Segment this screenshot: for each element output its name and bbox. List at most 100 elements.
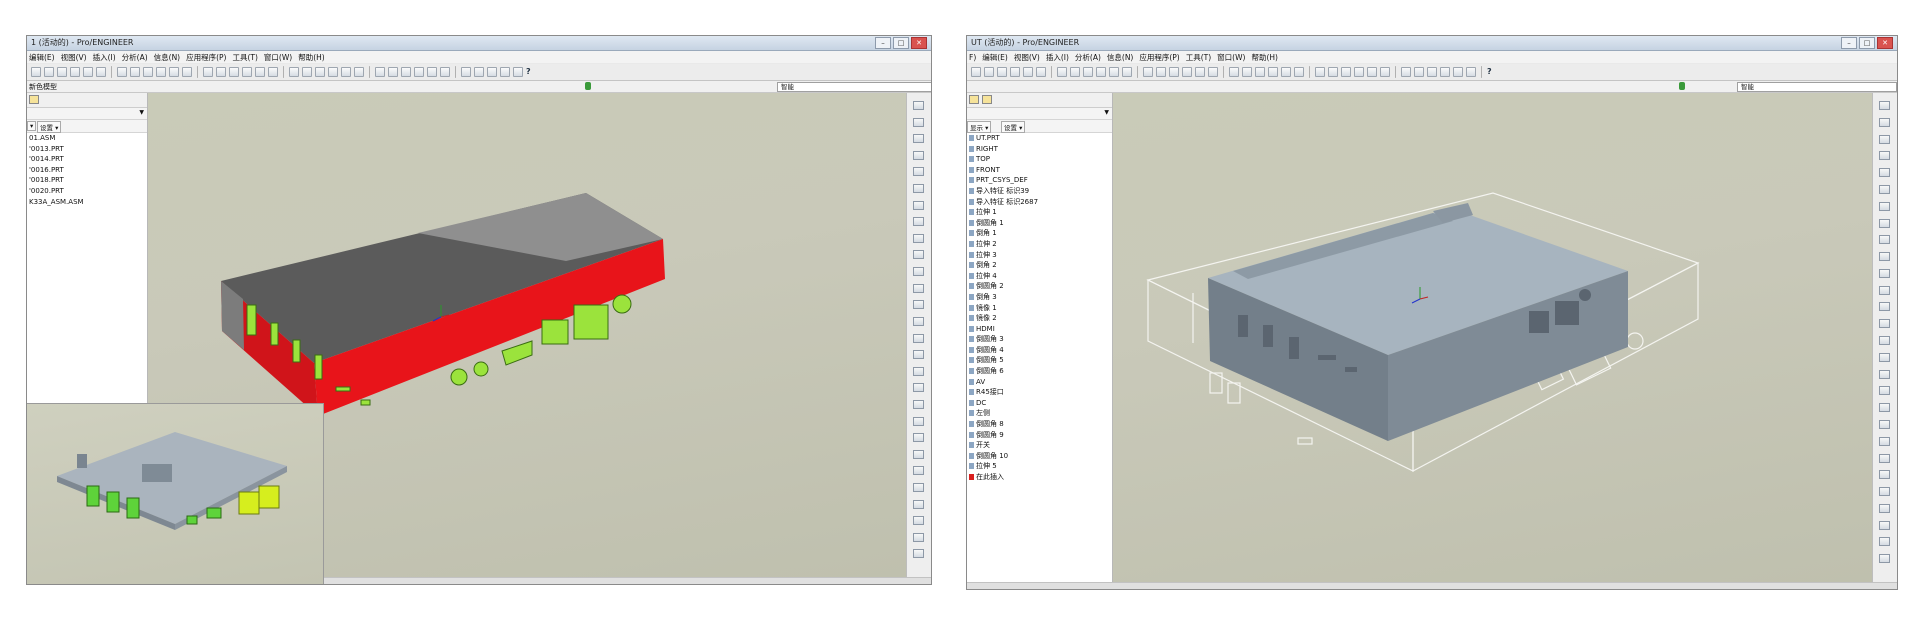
toolbar-button-icon[interactable] <box>461 67 471 77</box>
close-icon[interactable]: ✕ <box>911 37 927 49</box>
toolbar-button-icon[interactable] <box>203 67 213 77</box>
tree-item[interactable]: 倒圆角 5 <box>967 355 1112 366</box>
sketch-tool-icon[interactable] <box>1879 101 1890 110</box>
minimize-icon[interactable]: – <box>1841 37 1857 49</box>
context-help-icon[interactable]: ? <box>1487 67 1497 77</box>
sketch-tool-icon[interactable] <box>913 101 924 110</box>
sketch-tool-icon[interactable] <box>1879 503 1890 513</box>
tree-item[interactable]: 倒圆角 9 <box>967 430 1112 441</box>
sketch-tool-icon[interactable] <box>1879 487 1890 497</box>
tree-item[interactable]: 倒圆角 6 <box>967 366 1112 377</box>
sketch-tool-icon[interactable] <box>1879 453 1890 463</box>
toolbar-button-icon[interactable] <box>1242 67 1252 77</box>
toolbar-button-icon[interactable] <box>96 67 106 77</box>
toolbar-button-icon[interactable] <box>1057 67 1067 77</box>
menu-analysis[interactable]: 分析(A) <box>1075 52 1101 63</box>
sketch-tool-icon[interactable] <box>913 134 924 144</box>
menu-tools[interactable]: 工具(T) <box>232 52 257 63</box>
toolbar-button-icon[interactable] <box>984 67 994 77</box>
toolbar-button-icon[interactable] <box>1122 67 1132 77</box>
sketch-tool-icon[interactable] <box>1879 252 1890 262</box>
left-show-dropdown[interactable]: ▾ <box>27 121 37 131</box>
tree-item[interactable]: 拉伸 2 <box>967 239 1112 250</box>
toolbar-button-icon[interactable] <box>1268 67 1278 77</box>
toolbar-button-icon[interactable] <box>1440 67 1450 77</box>
toolbar-button-icon[interactable] <box>169 67 179 77</box>
toolbar-button-icon[interactable] <box>997 67 1007 77</box>
chevron-down-icon[interactable]: ▼ <box>1104 109 1109 116</box>
sketch-tool-icon[interactable] <box>913 300 924 310</box>
toolbar-button-icon[interactable] <box>1208 67 1218 77</box>
sketch-tool-icon[interactable] <box>1879 520 1890 530</box>
tree-item[interactable]: 镜像 2 <box>967 313 1112 324</box>
right-smart-filter-select[interactable]: 智能 <box>1737 82 1897 92</box>
sketch-tool-icon[interactable] <box>913 283 924 293</box>
sketch-tool-icon[interactable] <box>1879 302 1890 312</box>
tree-item[interactable]: '0020.PRT <box>27 186 147 197</box>
sketch-tool-icon[interactable] <box>913 399 924 409</box>
toolbar-button-icon[interactable] <box>1453 67 1463 77</box>
sketch-tool-icon[interactable] <box>1879 134 1890 144</box>
tree-item[interactable]: 倒圆角 10 <box>967 451 1112 462</box>
sketch-tool-icon[interactable] <box>1879 554 1890 564</box>
tree-item[interactable]: '0018.PRT <box>27 175 147 186</box>
menu-view[interactable]: 视图(V) <box>61 52 87 63</box>
sketch-tool-icon[interactable] <box>913 184 924 194</box>
tree-item[interactable]: AV <box>967 377 1112 388</box>
tree-item[interactable]: 倒圆角 3 <box>967 334 1112 345</box>
sketch-tool-icon[interactable] <box>1879 184 1890 194</box>
left-settings-dropdown[interactable]: 设置 ▾ <box>37 121 62 133</box>
menu-analysis[interactable]: 分析(A) <box>122 52 148 63</box>
toolbar-button-icon[interactable] <box>255 67 265 77</box>
menu-help[interactable]: 帮助(H) <box>298 52 325 63</box>
toolbar-button-icon[interactable] <box>1169 67 1179 77</box>
toolbar-button-icon[interactable] <box>1255 67 1265 77</box>
toolbar-button-icon[interactable] <box>31 67 41 77</box>
toolbar-button-icon[interactable] <box>182 67 192 77</box>
menu-window[interactable]: 窗口(W) <box>1217 52 1245 63</box>
menu-window[interactable]: 窗口(W) <box>264 52 292 63</box>
sketch-tool-icon[interactable] <box>1879 151 1890 161</box>
menu-insert[interactable]: 插入(I) <box>1046 52 1069 63</box>
sketch-tool-icon[interactable] <box>1879 201 1890 211</box>
menu-info[interactable]: 信息(N) <box>1107 52 1133 63</box>
toolbar-button-icon[interactable] <box>401 67 411 77</box>
toolbar-button-icon[interactable] <box>1096 67 1106 77</box>
toolbar-button-icon[interactable] <box>1010 67 1020 77</box>
sketch-tool-icon[interactable] <box>1879 470 1890 480</box>
toolbar-button-icon[interactable] <box>83 67 93 77</box>
sketch-tool-icon[interactable] <box>913 150 924 160</box>
toolbar-button-icon[interactable] <box>1401 67 1411 77</box>
folder-icon[interactable] <box>969 95 979 104</box>
sketch-tool-icon[interactable] <box>913 233 924 243</box>
sketch-tool-icon[interactable] <box>1879 436 1890 446</box>
menu-help[interactable]: 帮助(H) <box>1251 52 1278 63</box>
toolbar-button-icon[interactable] <box>440 67 450 77</box>
toolbar-button-icon[interactable] <box>57 67 67 77</box>
menu-view[interactable]: 视图(V) <box>1014 52 1040 63</box>
tree-item[interactable]: UT.PRT <box>967 133 1112 144</box>
toolbar-button-icon[interactable] <box>1315 67 1325 77</box>
sketch-tool-icon[interactable] <box>1879 319 1890 329</box>
chevron-down-icon[interactable]: ▼ <box>139 109 144 116</box>
sketch-tool-icon[interactable] <box>913 267 924 277</box>
folder-icon[interactable] <box>982 95 992 104</box>
toolbar-button-icon[interactable] <box>341 67 351 77</box>
toolbar-button-icon[interactable] <box>1354 67 1364 77</box>
toolbar-button-icon[interactable] <box>216 67 226 77</box>
sketch-tool-icon[interactable] <box>913 117 924 127</box>
sketch-tool-icon[interactable] <box>1879 369 1890 379</box>
toolbar-button-icon[interactable] <box>474 67 484 77</box>
toolbar-button-icon[interactable] <box>1070 67 1080 77</box>
tree-item[interactable]: RIGHT <box>967 144 1112 155</box>
tree-item[interactable]: 倒角 2 <box>967 260 1112 271</box>
right-settings-dropdown[interactable]: 设置 ▾ <box>1001 121 1026 133</box>
tree-item[interactable]: 拉伸 1 <box>967 207 1112 218</box>
toolbar-button-icon[interactable] <box>70 67 80 77</box>
toolbar-button-icon[interactable] <box>500 67 510 77</box>
sketch-tool-icon[interactable] <box>913 466 924 476</box>
toolbar-button-icon[interactable] <box>1156 67 1166 77</box>
toolbar-button-icon[interactable] <box>1328 67 1338 77</box>
sketch-tool-icon[interactable] <box>913 549 924 559</box>
sketch-tool-icon[interactable] <box>913 333 924 343</box>
